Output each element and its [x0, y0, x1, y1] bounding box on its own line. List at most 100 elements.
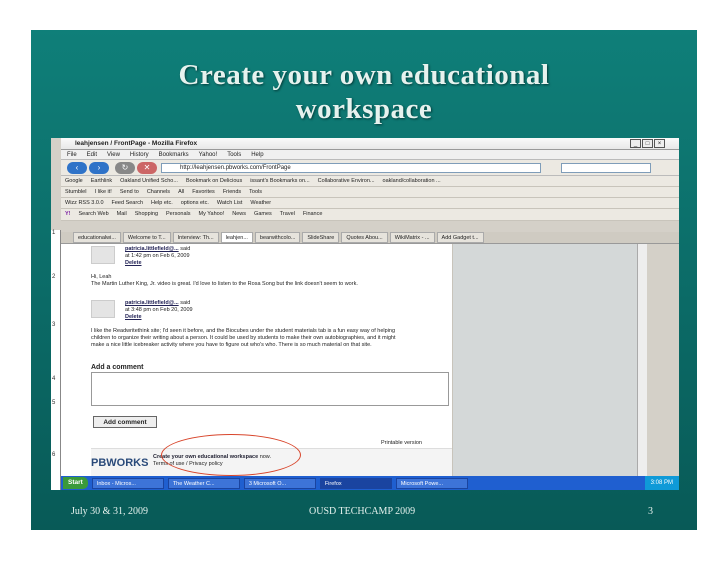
menu-file[interactable]: File	[67, 150, 77, 159]
menu-view[interactable]: View	[107, 150, 120, 159]
comment-delete-link[interactable]: Delete	[125, 314, 142, 320]
taskbar-item[interactable]: 3 Microsoft O...	[243, 477, 316, 489]
stop-button[interactable]: ✕	[137, 162, 157, 174]
toolbar-item[interactable]: Wizz RSS 3.0.0	[65, 198, 104, 208]
pbworks-logo: PBWORKS	[91, 457, 149, 469]
toolbar-item[interactable]: Personals	[166, 209, 190, 220]
browser-tab[interactable]: educationalwi...	[73, 232, 121, 243]
stumbleupon-toolbar: StumbleI I like it! Send to Channels All…	[61, 187, 679, 198]
toolbar-item[interactable]: Friends	[223, 187, 241, 197]
menu-edit[interactable]: Edit	[87, 150, 97, 159]
line-number: 3	[52, 322, 56, 328]
bookmark-item[interactable]: Google	[65, 176, 83, 186]
browser-screenshot: 1 2 3 4 5 6 leahjensen / FrontPage - Moz…	[51, 138, 679, 490]
browser-tab-active[interactable]: leahjen...	[220, 232, 253, 243]
bookmark-item[interactable]: oakland/collaboration ...	[383, 176, 441, 186]
toolbar-item[interactable]: My Yahoo!	[198, 209, 224, 220]
browser-tab[interactable]: SlideShare	[302, 232, 340, 243]
toolbar-item[interactable]: StumbleI	[65, 187, 87, 197]
toolbar-item[interactable]: Watch List	[217, 198, 242, 208]
bookmark-item[interactable]: Earthlink	[91, 176, 112, 186]
window-title: leahjensen / FrontPage - Mozilla Firefox	[75, 140, 198, 147]
browser-tab[interactable]: WikiMatrix - ...	[389, 232, 435, 243]
navigation-toolbar: ‹ › ↻ ✕ http://leahjensen.pbworks.com/Fr…	[61, 160, 679, 176]
printable-version-link[interactable]: Printable version	[381, 440, 422, 446]
taskbar-item[interactable]: Inbox - Micros...	[91, 477, 164, 489]
bookmark-item[interactable]: Oakland Unified Scho...	[120, 176, 178, 186]
forward-button[interactable]: ›	[89, 162, 109, 174]
browser-tab[interactable]: bearwithcolo...	[254, 232, 301, 243]
line-number-gutter: 1 2 3 4 5 6	[51, 230, 61, 490]
slide-footer-date: July 30 & 31, 2009	[71, 506, 148, 517]
toolbar-item[interactable]: Games	[254, 209, 272, 220]
browser-tab[interactable]: Welcome to T...	[122, 232, 171, 243]
toolbar-item[interactable]: Favorites	[192, 187, 215, 197]
comment-time: at 1:42 pm on Feb 6, 2009	[125, 253, 190, 259]
comment-body: Hi, Leah The Martin Luther King, Jr. vid…	[91, 274, 449, 288]
back-button[interactable]: ‹	[67, 162, 87, 174]
toolbar-item[interactable]: News	[232, 209, 246, 220]
bookmark-item[interactable]: Bookmark on Delicious	[186, 176, 242, 186]
comment-meta: patricia.littlefield@... said at 1:42 pm…	[125, 246, 190, 267]
wizz-rss-toolbar: Wizz RSS 3.0.0 Feed Search Help etc. opt…	[61, 198, 679, 209]
taskbar-item-active[interactable]: Firefox	[319, 477, 392, 489]
reload-button[interactable]: ↻	[115, 162, 135, 174]
bookmark-item[interactable]: Collaborative Environ...	[318, 176, 375, 186]
toolbar-item[interactable]: Shopping	[135, 209, 158, 220]
comment-line: children to organize their writing about…	[91, 335, 396, 341]
comment-said: said	[180, 246, 191, 252]
taskbar-item[interactable]: The Weather C...	[167, 477, 240, 489]
line-number: 6	[52, 452, 56, 458]
tab-bar: educationalwi... Welcome to T... Intervi…	[61, 232, 679, 244]
toolbar-item[interactable]: All	[178, 187, 184, 197]
toolbar-item[interactable]: Search Web	[79, 209, 109, 220]
toolbar-item[interactable]: Weather	[250, 198, 271, 208]
comment-textarea[interactable]	[91, 372, 449, 406]
comment-user-link[interactable]: patricia.littlefield@...	[125, 246, 179, 252]
comment-line: Hi, Leah	[91, 274, 112, 280]
toolbar-item[interactable]: Travel	[280, 209, 295, 220]
menu-bookmarks[interactable]: Bookmarks	[159, 150, 189, 159]
scrollbar[interactable]	[637, 244, 647, 476]
browser-tab[interactable]: Interview: Th...	[172, 232, 219, 243]
toolbar-item[interactable]: Channels	[147, 187, 170, 197]
close-button[interactable]: ×	[654, 139, 665, 148]
toolbar-item[interactable]: Mail	[117, 209, 127, 220]
browser-tab[interactable]: Add Gadget t...	[436, 232, 484, 243]
toolbar-item[interactable]: options etc.	[181, 198, 209, 208]
menu-history[interactable]: History	[130, 150, 149, 159]
toolbar-item[interactable]: Tools	[249, 187, 262, 197]
toolbar-item[interactable]: Help etc.	[151, 198, 173, 208]
comment-meta: patricia.littlefield@... said at 3:48 pm…	[125, 300, 193, 321]
toolbar-item[interactable]: Finance	[303, 209, 323, 220]
menu-bar: File Edit View History Bookmarks Yahoo! …	[61, 150, 679, 160]
taskbar-item[interactable]: Microsoft Powe...	[395, 477, 468, 489]
comment-said: said	[180, 300, 191, 306]
minimize-button[interactable]: _	[630, 139, 641, 148]
add-comment-button[interactable]: Add comment	[93, 416, 157, 428]
menu-yahoo[interactable]: Yahoo!	[199, 150, 218, 159]
menu-help[interactable]: Help	[251, 150, 263, 159]
bookmarks-toolbar: Google Earthlink Oakland Unified Scho...…	[61, 176, 679, 187]
taskbar-clock: 3:08 PM	[644, 476, 679, 490]
slide-footer-event: OUSD TECHCAMP 2009	[309, 506, 416, 517]
search-box[interactable]	[561, 163, 651, 173]
start-button[interactable]: Start	[63, 477, 88, 489]
comment-delete-link[interactable]: Delete	[125, 260, 142, 266]
line-number: 5	[52, 400, 56, 406]
comment-user-link[interactable]: patricia.littlefield@...	[125, 300, 179, 306]
bookmark-item[interactable]: issant's Bookmarks on...	[250, 176, 309, 186]
slide-title-line1: Create your own educational	[178, 59, 550, 91]
browser-tab[interactable]: Quotes Abou...	[341, 232, 388, 243]
url-bar[interactable]: http://leahjensen.pbworks.com/FrontPage	[161, 163, 541, 173]
comment-line: The Martin Luther King, Jr. video is gre…	[91, 281, 358, 287]
avatar	[91, 246, 115, 264]
toolbar-item[interactable]: I like it!	[95, 187, 112, 197]
yahoo-logo-icon: Y!	[65, 211, 71, 217]
comment-time: at 3:48 pm on Feb 20, 2009	[125, 307, 193, 313]
toolbar-item[interactable]: Feed Search	[112, 198, 144, 208]
maximize-button[interactable]: □	[642, 139, 653, 148]
line-number: 2	[52, 274, 56, 280]
menu-tools[interactable]: Tools	[227, 150, 241, 159]
toolbar-item[interactable]: Send to	[120, 187, 139, 197]
